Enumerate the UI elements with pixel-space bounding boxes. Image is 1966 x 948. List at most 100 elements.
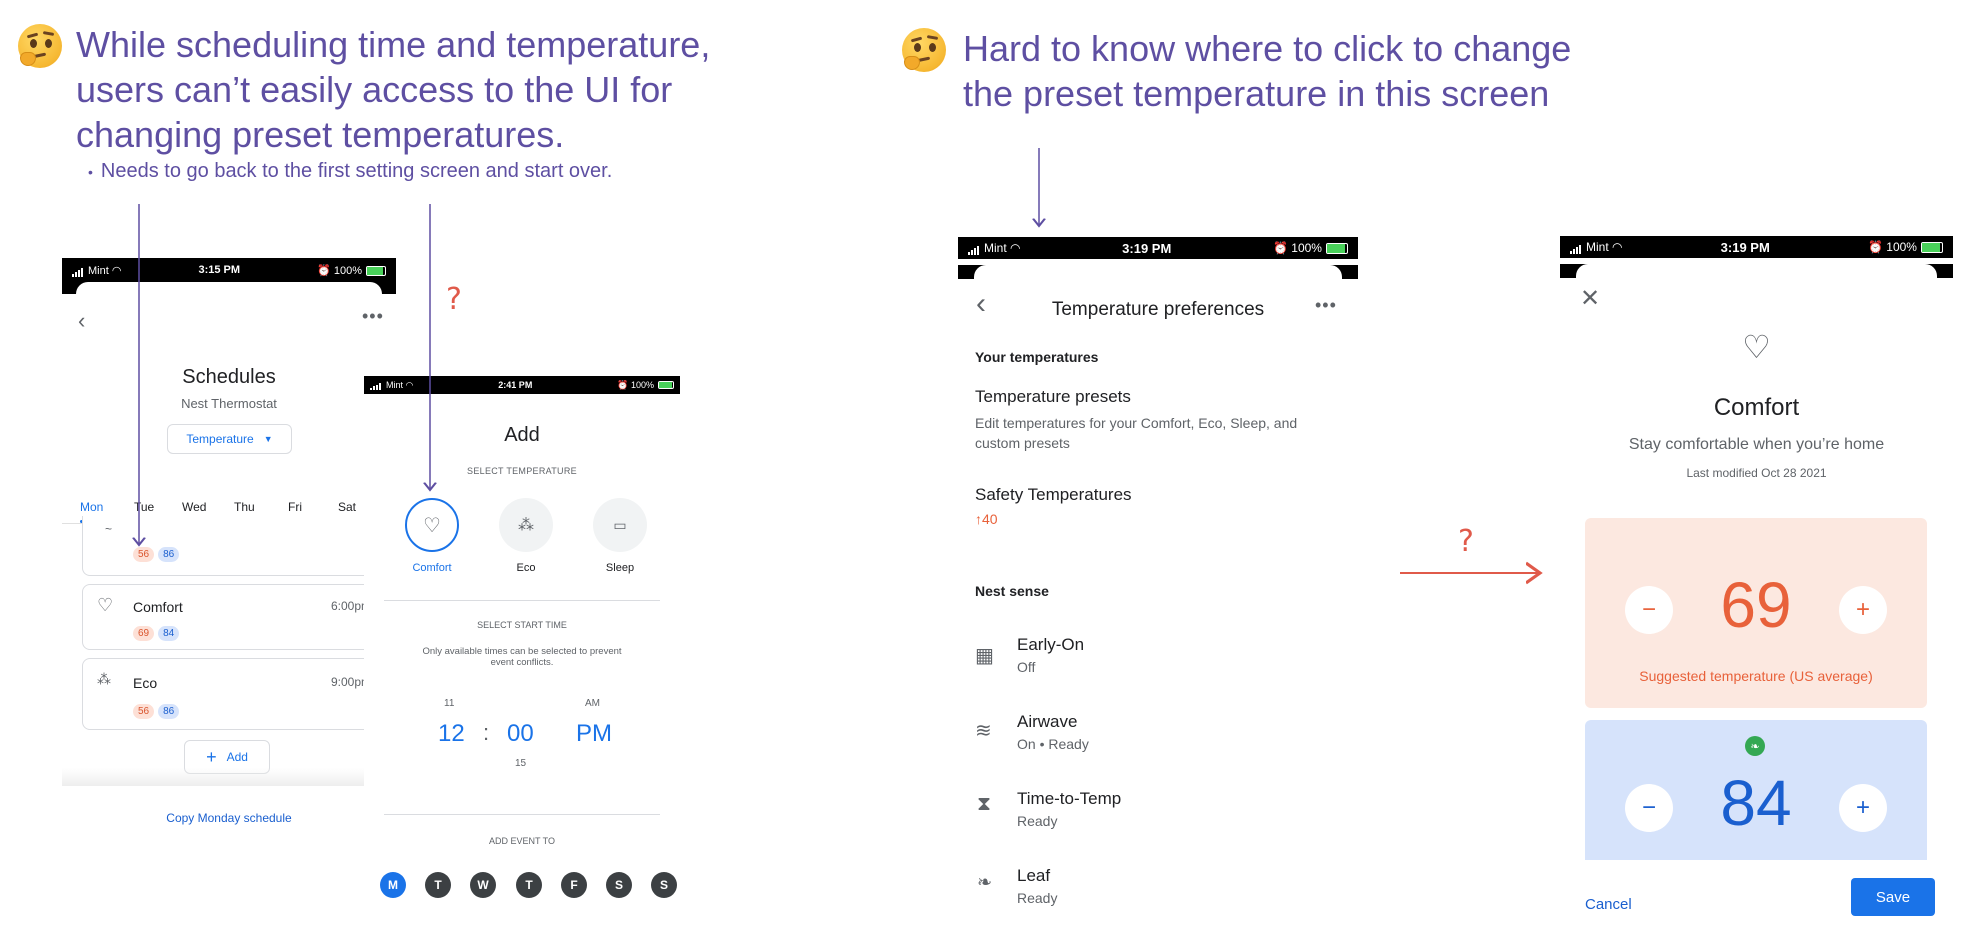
safety-temperatures-row[interactable]: Safety Temperatures ↑40 [975,485,1345,527]
alarm-icon: ⏰ [617,379,629,390]
cool-pill: 84 [158,626,180,641]
preset-sleep-button[interactable]: ▭ [593,498,647,552]
status-bar: Mint ◠ 3:19 PM ⏰ 100% [1560,236,1953,258]
more-options-icon[interactable]: ••• [362,306,384,327]
battery-icon [657,381,674,390]
left-heading: While scheduling time and temperature, u… [76,24,711,155]
ampm-picker[interactable]: PM [576,720,612,748]
signal-icon [72,265,84,277]
tab-wed[interactable]: Wed [182,500,206,514]
leaf-icon: ❧ [977,872,993,892]
battery-icon [1920,242,1943,254]
weekday-mon[interactable]: M [380,872,406,898]
tab-tue[interactable]: Tue [134,500,154,514]
thinking-face-icon [18,24,62,68]
question-mark: ? [1458,524,1474,559]
question-mark: ? [446,282,462,317]
schedules-sheet: ‹ ••• Schedules Nest Thermostat Temperat… [62,294,396,786]
back-icon[interactable]: ‹ [78,308,85,334]
temperature-preferences-screen: Mint ◠ 3:19 PM ⏰ 100% ‹ Temperature pref… [958,237,1358,925]
weekday-wed[interactable]: W [470,872,496,898]
plus-icon: + [1855,596,1870,623]
time-to-temp-row[interactable]: ⧗ Time-to-Temp Ready [975,789,1345,839]
signal-icon [1570,240,1582,254]
airwave-row[interactable]: ≋ Airwave On • Ready [975,712,1345,762]
battery-icon [366,265,386,276]
hourglass-icon: ⧗ [977,793,992,815]
right-heading: Hard to know where to click to change th… [963,28,1572,114]
cancel-button[interactable]: Cancel [1585,896,1632,913]
more-options-icon[interactable]: ••• [1315,295,1337,316]
wifi-icon: ◠ [111,264,122,277]
device-name: Nest Thermostat [181,396,277,411]
heart-icon: ♡ [97,595,114,615]
divider [384,600,660,601]
alarm-icon: ⏰ [317,264,331,277]
last-modified: Last modified Oct 28 2021 [1686,466,1827,480]
time-conflict-note: Only available times can be selected to … [422,646,622,668]
add-event-to-label: ADD EVENT TO [488,836,556,846]
weekday-tue[interactable]: T [425,872,451,898]
status-bar: Mint ◠ 3:19 PM ⏰ 100% [958,237,1358,259]
left-bullet: • Needs to go back to the first setting s… [88,160,613,182]
select-temperature-label: SELECT TEMPERATURE [467,466,577,476]
minute-picker[interactable]: 00 [507,720,534,748]
select-start-time-label: SELECT START TIME [477,620,567,630]
wifi-icon: ◠ [1612,240,1623,254]
page-title: Temperature preferences [1051,299,1265,320]
waves-icon: ≋ [975,720,992,742]
eco-icon: ⁂ [518,517,534,534]
wifi-icon: ◠ [1010,241,1021,255]
leaf-row[interactable]: ❧ Leaf Ready [975,866,1345,916]
tab-fri[interactable]: Fri [288,500,302,514]
weekday-sun[interactable]: S [651,872,677,898]
weekday-thu[interactable]: T [516,872,542,898]
heat-increase-button[interactable]: + [1839,586,1887,634]
cool-pill: 86 [158,547,180,562]
thinking-face-icon [902,28,946,72]
bed-icon: ▭ [613,516,627,533]
plus-icon: + [206,746,217,767]
hour-picker[interactable]: 12 [438,720,465,748]
comfort-preset-screen: Mint ◠ 3:19 PM ⏰ 100% ✕ ♡ Comfort Stay c… [1560,236,1953,926]
cool-pill: 86 [158,704,180,719]
temperature-presets-row[interactable]: Temperature presets Edit temperatures fo… [975,387,1345,453]
cool-increase-button[interactable]: + [1839,784,1887,832]
eco-icon: ⁂ [97,671,111,687]
copy-schedule-link[interactable]: Copy Monday schedule [62,811,396,825]
schedules-screen: Mint ◠ 3:15 PM ⏰ 100% ‹ ••• Schedules Ne… [62,258,396,786]
add-event-screen: Mint ◠ 2:41 PM ⏰ 100% Add SELECT TEMPERA… [364,376,680,921]
tab-thu[interactable]: Thu [234,500,255,514]
event-name: Eco [133,675,158,691]
save-button[interactable]: Save [1851,878,1935,916]
status-bar: Mint ◠ 2:41 PM ⏰ 100% [364,376,680,394]
event-card[interactable]: ♡ Comfort 6:00pm 69 84 [82,584,382,650]
early-on-row[interactable]: ▦ Early-On Off [975,635,1345,685]
heart-icon: ♡ [423,514,441,537]
heat-pill: 56 [133,704,155,719]
heat-pill: 69 [133,626,155,641]
wifi-icon: ◠ [405,379,414,390]
section-header: Your temperatures [975,349,1099,365]
tab-mon[interactable]: Mon [80,500,103,514]
preset-title: Comfort [1713,394,1800,421]
preset-eco-button[interactable]: ⁂ [499,498,553,552]
heart-icon: ♡ [1742,329,1771,365]
plus-icon: + [1855,794,1870,821]
tab-sat[interactable]: Sat [338,500,356,514]
suggested-temperature-note: Suggested temperature (US average) [1639,668,1873,684]
preset-comfort-button[interactable]: ♡ [405,498,459,552]
weekday-sat[interactable]: S [606,872,632,898]
mode-dropdown[interactable]: Temperature ▼ [167,424,292,454]
weekday-fri[interactable]: F [561,872,587,898]
heat-setpoint-card: − 69 + Suggested temperature (US average… [1585,518,1927,708]
alarm-icon: ⏰ [1272,241,1288,255]
alarm-icon: ⏰ [1867,240,1883,254]
close-icon[interactable]: ✕ [1580,284,1600,313]
event-card[interactable]: ~ 56 86 [82,516,382,576]
battery-icon [1325,243,1348,255]
divider [384,814,660,815]
event-card[interactable]: ⁂ Eco 9:00pm 56 86 [82,658,382,730]
page-title: Add [504,424,540,446]
section-header: Nest sense [975,583,1049,599]
